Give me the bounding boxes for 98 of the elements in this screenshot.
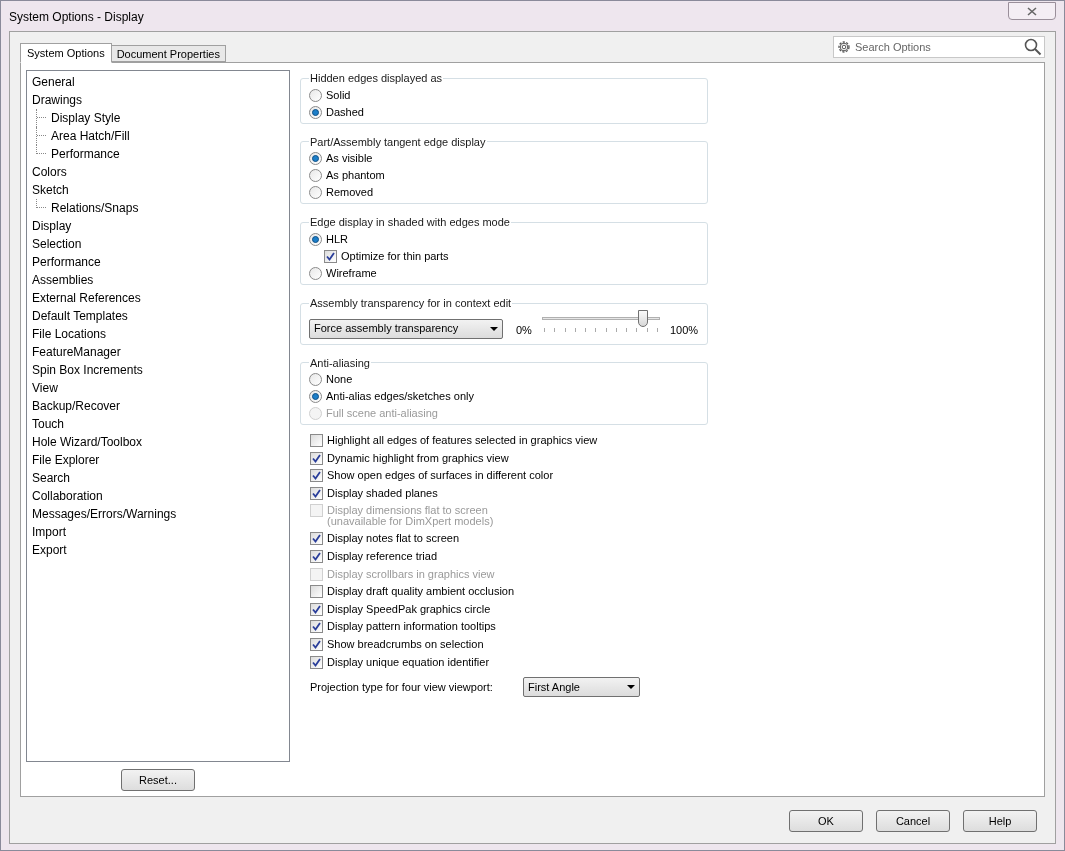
tree-item[interactable]: Selection	[32, 235, 284, 253]
tree-item[interactable]: Messages/Errors/Warnings	[32, 505, 284, 523]
slider-max-label: 100%	[670, 323, 699, 339]
tree-item[interactable]: Search	[32, 469, 284, 487]
tree-item[interactable]: Touch	[32, 415, 284, 433]
tree-item[interactable]: Display	[32, 217, 284, 235]
radio-label: Solid	[326, 87, 351, 103]
checkbox-label: Display shaded planes	[327, 485, 438, 501]
radio-label: Wireframe	[326, 266, 377, 282]
tree-item[interactable]: External References	[32, 289, 284, 307]
checkbox[interactable]	[310, 655, 323, 669]
tree-item[interactable]: General	[32, 73, 284, 91]
tree-item[interactable]: Default Templates	[32, 307, 284, 325]
radio-label: As visible	[326, 151, 373, 167]
dropdown-arrow-icon	[627, 685, 635, 690]
radio-label: HLR	[326, 231, 348, 247]
close-icon	[1027, 6, 1037, 16]
tree-item[interactable]: Assemblies	[32, 271, 284, 289]
checkbox-label: Display reference triad	[327, 549, 438, 565]
dialog-button[interactable]: Cancel	[876, 810, 950, 832]
group-title: Edge display in shaded with edges mode	[309, 215, 511, 230]
window-title: System Options - Display	[9, 9, 144, 26]
checkbox[interactable]	[310, 620, 323, 634]
radio-label: As phantom	[326, 168, 385, 184]
checkbox-label: Display dimensions flat to screen	[327, 503, 488, 518]
tree-item[interactable]: Performance	[32, 253, 284, 271]
group-title: Anti-aliasing	[309, 355, 371, 371]
tree-item[interactable]: Performance	[51, 145, 120, 163]
dropdown-arrow-icon	[490, 326, 498, 331]
checkbox[interactable]	[310, 585, 323, 599]
radio-button[interactable]	[309, 373, 322, 387]
radio-button[interactable]	[309, 105, 322, 119]
tree-item[interactable]: Hole Wizard/Toolbox	[32, 433, 284, 451]
radio-button[interactable]	[309, 186, 322, 199]
close-button[interactable]	[1008, 2, 1056, 20]
tree-item[interactable]: Display Style	[51, 109, 121, 127]
tree-item[interactable]: Import	[32, 523, 284, 541]
checkbox[interactable]	[310, 550, 323, 564]
radio-button[interactable]	[309, 267, 322, 281]
group-title: Part/Assembly tangent edge display	[309, 134, 487, 150]
radio-button[interactable]	[309, 152, 322, 165]
radio-label: Full scene anti-aliasing	[326, 406, 438, 422]
reset-button[interactable]: Reset...	[121, 769, 195, 791]
tree-item[interactable]: FeatureManager	[32, 343, 284, 361]
dialog-button[interactable]: OK	[789, 810, 863, 832]
checkbox[interactable]	[310, 434, 323, 448]
checkbox-label: Display SpeedPak graphics circle	[327, 601, 491, 617]
checkbox[interactable]	[324, 249, 337, 263]
checkbox-note: (unavailable for DimXpert models)	[327, 516, 494, 528]
radio-button[interactable]	[309, 169, 322, 182]
tree-item[interactable]: File Explorer	[32, 451, 284, 469]
tree-item[interactable]: Sketch	[32, 181, 284, 199]
projection-dropdown[interactable]: First Angle	[523, 677, 640, 698]
radio-label: None	[326, 372, 353, 388]
tree-item[interactable]: Spin Box Increments	[32, 361, 284, 379]
group-title: Hidden edges displayed as	[309, 71, 444, 86]
radio-button[interactable]	[309, 232, 322, 246]
group-title: Assembly transparency for in context edit	[309, 296, 513, 312]
checkbox[interactable]	[310, 602, 323, 616]
checkbox-label: Show open edges of surfaces in different color	[327, 468, 554, 484]
search-field[interactable]: Search Options	[833, 36, 1045, 58]
tree-item[interactable]: Area Hatch/Fill	[51, 127, 130, 145]
checkbox-label: Dynamic highlight from graphics view	[327, 450, 509, 466]
checkbox-label: Display notes flat to screen	[327, 531, 460, 547]
checkbox[interactable]	[310, 638, 323, 652]
checkbox-label: Display pattern information tooltips	[327, 619, 496, 635]
tree-item[interactable]: View	[32, 379, 284, 397]
tree-item[interactable]: Drawings	[32, 91, 284, 109]
tree-item[interactable]: Backup/Recover	[32, 397, 284, 415]
checkbox-label: Show breadcrumbs on selection	[327, 637, 484, 653]
tree-item[interactable]: Collaboration	[32, 487, 284, 505]
radio-button[interactable]	[309, 390, 322, 404]
checkbox-label: Highlight all edges of features selected in graphics view	[327, 433, 598, 449]
tree-item[interactable]: Relations/Snaps	[51, 199, 139, 217]
settings-icon	[836, 39, 852, 55]
tree-item[interactable]: File Locations	[32, 325, 284, 343]
slider-min-label: 0%	[516, 323, 533, 339]
checkbox-label: Display scrollbars in graphics view	[327, 566, 495, 582]
radio-label: Anti-alias edges/sketches only	[326, 389, 474, 405]
radio-label: Removed	[326, 185, 374, 201]
transparency-dropdown[interactable]: Force assembly transparency	[309, 318, 503, 339]
search-icon[interactable]	[1024, 38, 1042, 56]
checkbox[interactable]	[310, 469, 323, 483]
checkbox-label: Display unique equation identifier	[327, 654, 490, 670]
tab[interactable]: System Options	[20, 43, 112, 63]
radio-label: Dashed	[326, 104, 364, 120]
checkbox[interactable]	[310, 486, 323, 500]
dialog-button[interactable]: Help	[963, 810, 1037, 832]
radio-button[interactable]	[309, 88, 322, 102]
checkbox-label: Optimize for thin parts	[341, 248, 449, 264]
tree-item[interactable]: Export	[32, 541, 284, 559]
slider-thumb[interactable]	[638, 309, 649, 327]
tree-item[interactable]: Colors	[32, 163, 284, 181]
checkbox-label: Display draft quality ambient occlusion	[327, 584, 515, 600]
checkbox[interactable]	[310, 532, 323, 546]
checkbox[interactable]	[310, 451, 323, 465]
projection-label: Projection type for four view viewport:	[310, 679, 494, 695]
tab[interactable]: Document Properties	[111, 45, 226, 62]
